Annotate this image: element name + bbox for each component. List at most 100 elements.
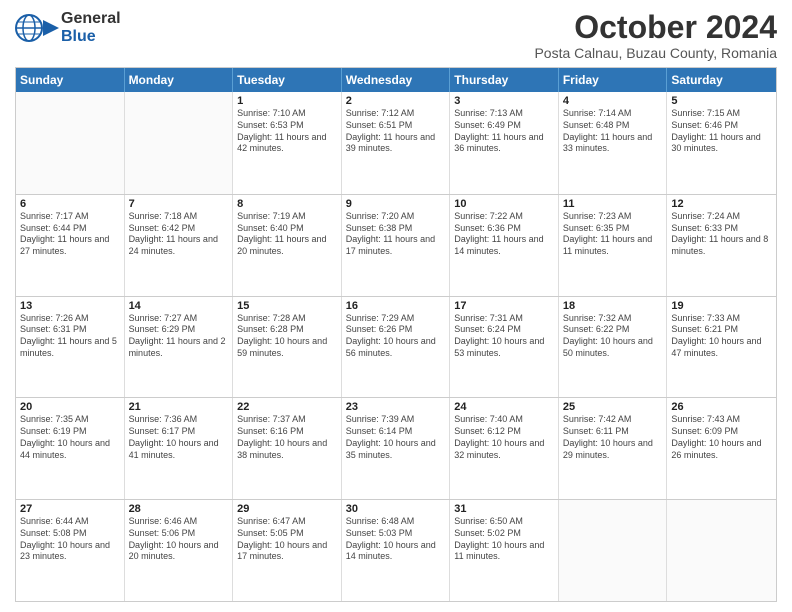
day-number: 25: [563, 401, 663, 413]
month-title: October 2024: [534, 10, 777, 45]
cal-header-day: Wednesday: [342, 68, 451, 92]
day-info: Sunrise: 7:19 AM Sunset: 6:40 PM Dayligh…: [237, 211, 337, 258]
day-number: 26: [671, 401, 772, 413]
day-number: 9: [346, 198, 446, 210]
day-info: Sunrise: 7:37 AM Sunset: 6:16 PM Dayligh…: [237, 414, 337, 461]
calendar-body: 1Sunrise: 7:10 AM Sunset: 6:53 PM Daylig…: [16, 92, 776, 601]
day-info: Sunrise: 7:23 AM Sunset: 6:35 PM Dayligh…: [563, 211, 663, 258]
day-info: Sunrise: 7:33 AM Sunset: 6:21 PM Dayligh…: [671, 313, 772, 360]
day-info: Sunrise: 7:14 AM Sunset: 6:48 PM Dayligh…: [563, 108, 663, 155]
cal-cell: 17Sunrise: 7:31 AM Sunset: 6:24 PM Dayli…: [450, 297, 559, 398]
title-block: October 2024 Posta Calnau, Buzau County,…: [534, 10, 777, 61]
cal-cell: [16, 92, 125, 194]
day-info: Sunrise: 6:44 AM Sunset: 5:08 PM Dayligh…: [20, 516, 120, 563]
cal-row: 6Sunrise: 7:17 AM Sunset: 6:44 PM Daylig…: [16, 194, 776, 296]
cal-cell: 4Sunrise: 7:14 AM Sunset: 6:48 PM Daylig…: [559, 92, 668, 194]
day-number: 11: [563, 198, 663, 210]
cal-cell: 10Sunrise: 7:22 AM Sunset: 6:36 PM Dayli…: [450, 195, 559, 296]
cal-cell: 27Sunrise: 6:44 AM Sunset: 5:08 PM Dayli…: [16, 500, 125, 601]
cal-header-day: Friday: [559, 68, 668, 92]
logo: General Blue: [15, 10, 121, 46]
day-number: 15: [237, 300, 337, 312]
day-number: 5: [671, 95, 772, 107]
location-subtitle: Posta Calnau, Buzau County, Romania: [534, 45, 777, 61]
calendar-header: SundayMondayTuesdayWednesdayThursdayFrid…: [16, 68, 776, 92]
day-number: 2: [346, 95, 446, 107]
day-number: 29: [237, 503, 337, 515]
cal-header-day: Sunday: [16, 68, 125, 92]
day-number: 31: [454, 503, 554, 515]
cal-cell: 24Sunrise: 7:40 AM Sunset: 6:12 PM Dayli…: [450, 398, 559, 499]
cal-cell: 2Sunrise: 7:12 AM Sunset: 6:51 PM Daylig…: [342, 92, 451, 194]
day-number: 1: [237, 95, 337, 107]
logo-icon: [15, 10, 59, 46]
cal-cell: 16Sunrise: 7:29 AM Sunset: 6:26 PM Dayli…: [342, 297, 451, 398]
day-number: 20: [20, 401, 120, 413]
cal-cell: 14Sunrise: 7:27 AM Sunset: 6:29 PM Dayli…: [125, 297, 234, 398]
cal-cell: 29Sunrise: 6:47 AM Sunset: 5:05 PM Dayli…: [233, 500, 342, 601]
day-number: 13: [20, 300, 120, 312]
cal-header-day: Monday: [125, 68, 234, 92]
day-info: Sunrise: 7:40 AM Sunset: 6:12 PM Dayligh…: [454, 414, 554, 461]
day-info: Sunrise: 7:27 AM Sunset: 6:29 PM Dayligh…: [129, 313, 229, 360]
day-info: Sunrise: 7:35 AM Sunset: 6:19 PM Dayligh…: [20, 414, 120, 461]
day-info: Sunrise: 7:24 AM Sunset: 6:33 PM Dayligh…: [671, 211, 772, 258]
day-number: 24: [454, 401, 554, 413]
day-info: Sunrise: 7:43 AM Sunset: 6:09 PM Dayligh…: [671, 414, 772, 461]
cal-cell: 30Sunrise: 6:48 AM Sunset: 5:03 PM Dayli…: [342, 500, 451, 601]
day-number: 12: [671, 198, 772, 210]
day-info: Sunrise: 6:48 AM Sunset: 5:03 PM Dayligh…: [346, 516, 446, 563]
day-number: 8: [237, 198, 337, 210]
day-number: 4: [563, 95, 663, 107]
day-info: Sunrise: 6:46 AM Sunset: 5:06 PM Dayligh…: [129, 516, 229, 563]
day-number: 18: [563, 300, 663, 312]
day-number: 16: [346, 300, 446, 312]
day-info: Sunrise: 7:15 AM Sunset: 6:46 PM Dayligh…: [671, 108, 772, 155]
day-info: Sunrise: 6:47 AM Sunset: 5:05 PM Dayligh…: [237, 516, 337, 563]
day-info: Sunrise: 7:28 AM Sunset: 6:28 PM Dayligh…: [237, 313, 337, 360]
cal-cell: 7Sunrise: 7:18 AM Sunset: 6:42 PM Daylig…: [125, 195, 234, 296]
day-number: 27: [20, 503, 120, 515]
day-number: 10: [454, 198, 554, 210]
day-number: 23: [346, 401, 446, 413]
cal-row: 1Sunrise: 7:10 AM Sunset: 6:53 PM Daylig…: [16, 92, 776, 194]
cal-cell: 20Sunrise: 7:35 AM Sunset: 6:19 PM Dayli…: [16, 398, 125, 499]
cal-row: 13Sunrise: 7:26 AM Sunset: 6:31 PM Dayli…: [16, 296, 776, 398]
cal-cell: 13Sunrise: 7:26 AM Sunset: 6:31 PM Dayli…: [16, 297, 125, 398]
cal-cell: 25Sunrise: 7:42 AM Sunset: 6:11 PM Dayli…: [559, 398, 668, 499]
cal-cell: 3Sunrise: 7:13 AM Sunset: 6:49 PM Daylig…: [450, 92, 559, 194]
day-number: 21: [129, 401, 229, 413]
page: General Blue October 2024 Posta Calnau, …: [0, 0, 792, 612]
logo-line1: General: [61, 10, 121, 28]
cal-cell: 8Sunrise: 7:19 AM Sunset: 6:40 PM Daylig…: [233, 195, 342, 296]
cal-cell: 12Sunrise: 7:24 AM Sunset: 6:33 PM Dayli…: [667, 195, 776, 296]
day-number: 6: [20, 198, 120, 210]
cal-cell: 31Sunrise: 6:50 AM Sunset: 5:02 PM Dayli…: [450, 500, 559, 601]
day-number: 3: [454, 95, 554, 107]
day-info: Sunrise: 7:32 AM Sunset: 6:22 PM Dayligh…: [563, 313, 663, 360]
day-number: 28: [129, 503, 229, 515]
cal-cell: 28Sunrise: 6:46 AM Sunset: 5:06 PM Dayli…: [125, 500, 234, 601]
cal-cell: 11Sunrise: 7:23 AM Sunset: 6:35 PM Dayli…: [559, 195, 668, 296]
cal-row: 20Sunrise: 7:35 AM Sunset: 6:19 PM Dayli…: [16, 397, 776, 499]
logo-line2: Blue: [61, 28, 121, 46]
cal-row: 27Sunrise: 6:44 AM Sunset: 5:08 PM Dayli…: [16, 499, 776, 601]
day-number: 17: [454, 300, 554, 312]
cal-cell: 22Sunrise: 7:37 AM Sunset: 6:16 PM Dayli…: [233, 398, 342, 499]
cal-cell: 23Sunrise: 7:39 AM Sunset: 6:14 PM Dayli…: [342, 398, 451, 499]
cal-cell: 15Sunrise: 7:28 AM Sunset: 6:28 PM Dayli…: [233, 297, 342, 398]
cal-cell: 21Sunrise: 7:36 AM Sunset: 6:17 PM Dayli…: [125, 398, 234, 499]
calendar: SundayMondayTuesdayWednesdayThursdayFrid…: [15, 67, 777, 602]
header: General Blue October 2024 Posta Calnau, …: [15, 10, 777, 61]
cal-header-day: Tuesday: [233, 68, 342, 92]
day-info: Sunrise: 7:26 AM Sunset: 6:31 PM Dayligh…: [20, 313, 120, 360]
cal-cell: 5Sunrise: 7:15 AM Sunset: 6:46 PM Daylig…: [667, 92, 776, 194]
cal-cell: 6Sunrise: 7:17 AM Sunset: 6:44 PM Daylig…: [16, 195, 125, 296]
cal-header-day: Thursday: [450, 68, 559, 92]
cal-cell: 1Sunrise: 7:10 AM Sunset: 6:53 PM Daylig…: [233, 92, 342, 194]
day-number: 7: [129, 198, 229, 210]
cal-header-day: Saturday: [667, 68, 776, 92]
cal-cell: [125, 92, 234, 194]
day-info: Sunrise: 7:10 AM Sunset: 6:53 PM Dayligh…: [237, 108, 337, 155]
day-info: Sunrise: 7:31 AM Sunset: 6:24 PM Dayligh…: [454, 313, 554, 360]
